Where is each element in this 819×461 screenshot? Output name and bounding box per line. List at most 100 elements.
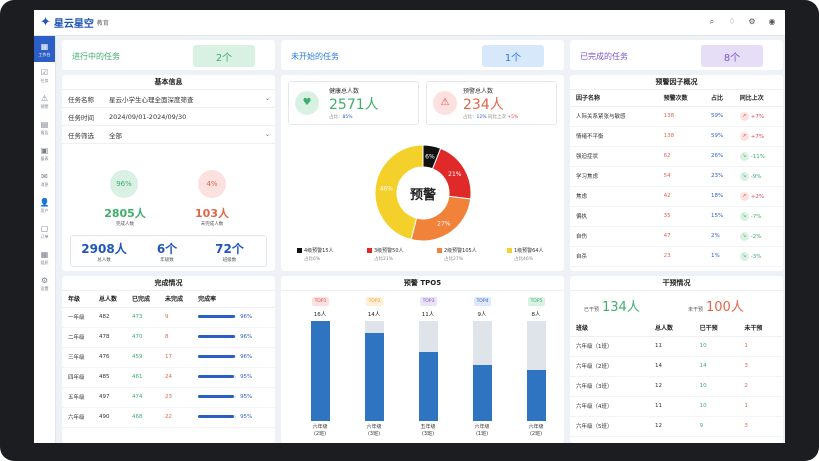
- sidebar-item-warning[interactable]: ⚠ 预警: [34, 88, 55, 114]
- rank-tag: TOP4: [474, 297, 491, 306]
- table-row[interactable]: 自伤 47 2% ↘ -2%: [570, 226, 783, 247]
- gear-icon[interactable]: ⚙: [747, 17, 757, 27]
- sidebar-item-report[interactable]: ▤ 报告: [34, 114, 55, 140]
- factor-count: 47: [657, 226, 705, 247]
- warning-compare-label: 同比上次: [487, 115, 506, 120]
- search-icon[interactable]: ⌕: [707, 17, 717, 27]
- factor-trend: +7%: [750, 133, 765, 140]
- table-row[interactable]: 六年级 490 468 22 95%: [62, 407, 275, 428]
- column-header: 预警次数: [657, 90, 705, 107]
- table-row[interactable]: 自杀 23 1% ↘ -3%: [570, 246, 783, 267]
- not-intervened-value: 100人: [706, 300, 744, 315]
- factor-name: 自杀: [570, 246, 658, 267]
- column-header: 占比: [704, 90, 734, 107]
- chevron-down-icon[interactable]: ⌄: [265, 131, 275, 138]
- table-row[interactable]: 人际关系紧张与敏感 138 59% ↗ +7%: [570, 106, 783, 127]
- grade-total: 485: [92, 367, 126, 388]
- grade-undone: 23: [159, 387, 193, 408]
- sidebar-item-mail[interactable]: ✉ 消息: [34, 166, 55, 192]
- table-row[interactable]: 六年级（4班） 11 10 1: [570, 396, 783, 417]
- summary-card-completed[interactable]: 已完成的任务 8个: [570, 40, 783, 70]
- healthy-ratio: 85%: [342, 115, 353, 120]
- grade-undone: 24: [159, 367, 193, 388]
- sidebar-item-grid[interactable]: ▦ 工作台: [34, 36, 55, 62]
- sidebar-item-settings[interactable]: ⚙ 设置: [34, 270, 55, 296]
- top-item[interactable]: TOP5 8人 六年级 (2班): [521, 291, 551, 443]
- table-row[interactable]: 六年级（1班） 11 10 1: [570, 336, 783, 357]
- factor-ratio: 59%: [704, 126, 734, 147]
- arrow-up-icon: ↗: [739, 111, 749, 121]
- sidebar-item-label: 组织: [40, 259, 49, 265]
- table-row[interactable]: 情绪不平衡 138 59% ↗ +7%: [570, 126, 783, 147]
- grade-count: 6个: [156, 242, 178, 256]
- sidebar-item-user[interactable]: 👤 用户: [34, 192, 55, 218]
- factor-name: 强迫症状: [570, 146, 658, 167]
- task-name-field[interactable]: 任务名称 星云小学生心理全面深度筛查 ⌄: [62, 90, 275, 108]
- factor-ratio: 1%: [704, 246, 734, 267]
- top-item[interactable]: TOP4 9人 六年级 (1班): [467, 291, 497, 443]
- table-row[interactable]: 五年级 497 474 23 95%: [62, 387, 275, 408]
- sidebar-item-label: 订单: [40, 233, 49, 239]
- sidebar: ▦ 工作台 ☑ 任务 ⚠ 预警 ▤ 报告 ▣ 量表 ✉ 消息 👤 用户 ▢ 订单 ▦ 组织 ⚙ 设置: [34, 36, 56, 443]
- warning-icon: ⚠: [40, 93, 49, 103]
- table-row[interactable]: 六年级（3班） 12 10 2: [570, 376, 783, 397]
- top-item[interactable]: TOP2 14人 六年级 (3班): [359, 291, 389, 443]
- rank-class: 六年级 (2班): [312, 424, 328, 437]
- donut-slice[interactable]: [410, 195, 472, 242]
- intervention-card: 干预情况 已干预 134人 未干预 100人 班级 总人数 已干预 未干预 六年级（1班…: [570, 276, 783, 443]
- factor-name: 偏执: [570, 206, 658, 227]
- grade-done: 470: [126, 327, 160, 348]
- rank-tag: TOP2: [366, 297, 383, 306]
- factor-ratio: 26%: [704, 146, 734, 167]
- warning-ratio-label: 占比：: [463, 115, 477, 120]
- chevron-down-icon[interactable]: ⌄: [265, 95, 275, 102]
- table-row[interactable]: 六年级（2班） 14 14 3: [570, 356, 783, 377]
- sidebar-item-task[interactable]: ☑ 任务: [34, 62, 55, 88]
- field-value: 全部: [109, 131, 122, 140]
- table-header-row: 因子名称 预警次数 占比 同比上次: [570, 90, 783, 107]
- sidebar-item-order[interactable]: ▢ 订单: [34, 218, 55, 244]
- sidebar-item-scale[interactable]: ▣ 量表: [34, 140, 55, 166]
- column-header: 未完成: [159, 291, 193, 308]
- summary-card-in-progress[interactable]: 进行中的任务 2个: [62, 40, 275, 70]
- grade-rate: 96%: [240, 314, 253, 320]
- sidebar-item-label: 用户: [40, 207, 49, 213]
- bell-icon[interactable]: ♢: [727, 17, 737, 27]
- top-item[interactable]: TOP3 11人 五年级 (3班): [413, 291, 443, 443]
- rank-class: 五年级 (3班): [420, 424, 436, 437]
- summary-label: 已完成的任务: [580, 52, 628, 61]
- arrow-up-icon: ↗: [739, 191, 749, 201]
- table-row[interactable]: 四年级 485 461 24 95%: [62, 367, 275, 388]
- top-item[interactable]: TOP1 16人 六年级 (2班): [305, 291, 335, 443]
- table-row[interactable]: 三年级 476 459 17 96%: [62, 347, 275, 368]
- factor-count: 138: [657, 106, 705, 127]
- factor-name: 人际关系紧张与敏感: [570, 106, 658, 127]
- table-row[interactable]: 焦虑 42 18% ↗ +2%: [570, 186, 783, 207]
- table-row[interactable]: 一年级 482 473 9 96%: [62, 307, 275, 328]
- table-row[interactable]: 六年级（5班） 12 9 3: [570, 416, 783, 437]
- table-row[interactable]: 二年级 478 470 8 96%: [62, 327, 275, 348]
- factor-count: 42: [657, 186, 705, 207]
- sidebar-item-org[interactable]: ▦ 组织: [34, 244, 55, 270]
- column-header: 因子名称: [570, 90, 658, 107]
- app-subtitle: 教育: [96, 20, 109, 27]
- rank-count: 16人: [313, 312, 327, 318]
- arrow-down-icon: ↘: [739, 251, 749, 261]
- summary-card-not-started[interactable]: 未开始的任务 1个: [281, 40, 564, 70]
- total-count-label: 总人数: [97, 258, 111, 263]
- table-row[interactable]: 偏执 35 15% ↘ -7%: [570, 206, 783, 227]
- undone-percent-circle: 4%: [198, 170, 226, 198]
- grid-icon: ▦: [40, 41, 49, 51]
- table-row[interactable]: 学习焦虑 54 23% ↘ -9%: [570, 166, 783, 187]
- app-logo[interactable]: ✦ 星云星空 教育: [40, 15, 109, 30]
- grade-name: 四年级: [62, 367, 93, 388]
- user-avatar-icon[interactable]: ◉: [767, 17, 777, 27]
- rank-bar-track: [527, 321, 546, 421]
- factor-trend-cell: ↘ -11%: [733, 146, 783, 167]
- rank-bar-track: [473, 321, 492, 421]
- card-title: 完成情况: [62, 276, 275, 291]
- legend-sub: 占比21%: [374, 257, 394, 262]
- table-row[interactable]: 强迫症状 62 26% ↘ -11%: [570, 146, 783, 167]
- legend-entry: 4级预警15人: [297, 247, 367, 254]
- task-filter-field[interactable]: 任务筛选 全部 ⌄: [62, 126, 275, 144]
